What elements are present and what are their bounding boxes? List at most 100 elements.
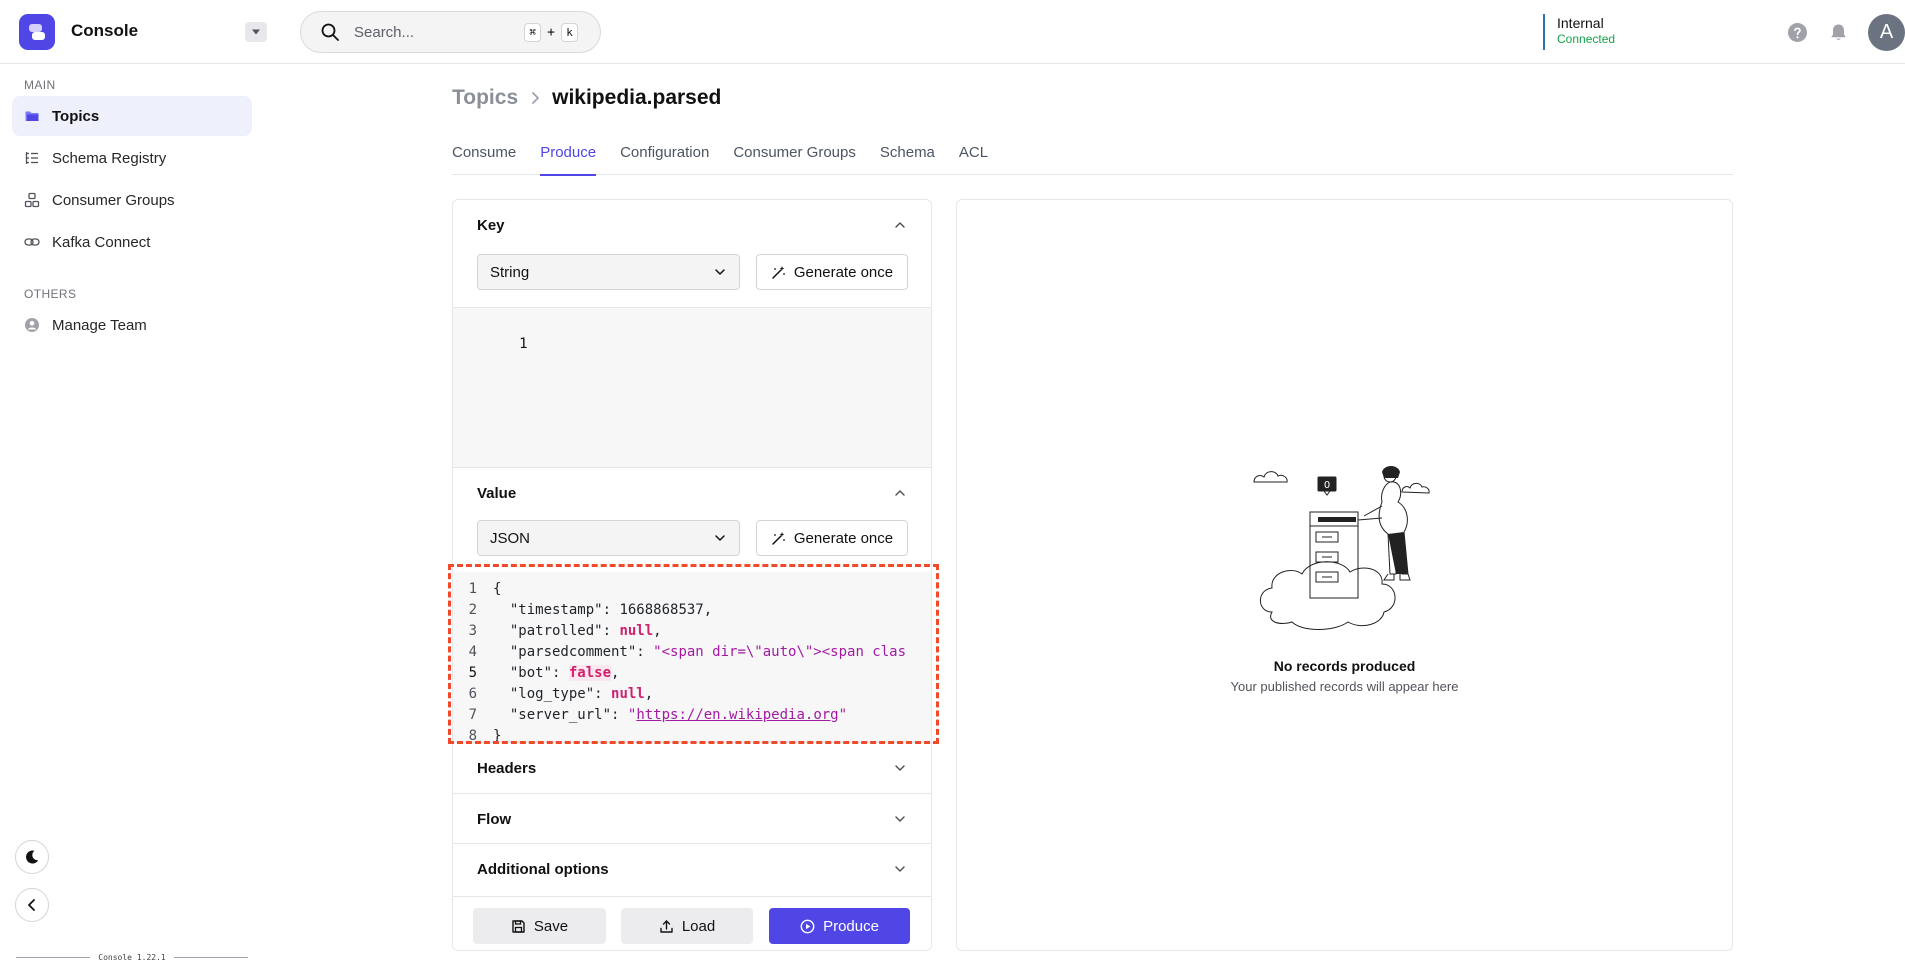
editor-line-4: 4 "parsedcomment": "<span dir=\"auto\"><… [453,642,931,663]
empty-state-subtitle: Your published records will appear here [1230,679,1459,694]
editor-line-8: 8} [453,726,931,742]
folder-icon [25,111,39,121]
editor-line-3: 3 "patrolled": null, [453,621,931,642]
line-number: 1 [519,336,528,352]
search-bar[interactable]: Search... ⌘ + k [300,11,601,53]
records-count-badge: 0 [1324,480,1330,491]
key-generate-label: Generate once [793,263,894,281]
play-circle-icon [800,919,815,933]
editor-line: 1 [453,308,931,376]
topic-tabs: Consume Produce Configuration Consumer G… [452,144,1733,176]
sidebar-item-manage-team[interactable]: Manage Team [12,305,252,345]
tab-consume[interactable]: Consume [452,144,516,175]
key-type-value: String [490,263,530,281]
top-bar: Console Search... ⌘ + k Internal Connect… [0,0,1905,64]
divider [173,956,248,958]
json-open-brace: { [493,581,502,597]
produced-records-panel: 0 No records produced Your published rec… [956,199,1733,951]
flow-section-header[interactable]: Flow [453,794,931,844]
key-section-header[interactable]: Key [453,200,931,250]
list-tree-icon [25,152,38,164]
groups-icon [24,192,40,208]
theme-toggle-button[interactable] [15,840,49,874]
cluster-name: Internal [1557,15,1604,31]
chevron-up-icon [895,222,905,228]
magic-wand-icon [772,531,785,545]
additional-options-section-header[interactable]: Additional options [453,844,931,894]
empty-records-illustration: 0 [1253,466,1430,630]
sidebar-item-consumer-groups[interactable]: Consumer Groups [12,180,252,220]
produce-label: Produce [823,917,879,935]
line-number: 6 [468,686,477,702]
app-name: Console [71,21,139,40]
value-generate-once-button[interactable]: Generate once [756,520,908,556]
chevron-down-icon [895,866,905,872]
key-generate-once-button[interactable]: Generate once [756,254,908,290]
app-switcher-button[interactable] [245,22,267,42]
flow-section-title: Flow [477,810,512,828]
json-value: 1668868537 [619,602,704,618]
chevron-down-icon [715,269,725,275]
sidebar-item-label: Manage Team [52,316,147,334]
chevron-down-icon [895,816,905,822]
chevron-right-icon [532,92,540,104]
line-number: 8 [468,728,477,742]
value-type-select[interactable]: JSON [477,520,740,556]
link-icon [24,238,40,246]
line-number: 1 [468,581,477,597]
save-button[interactable]: Save [473,908,606,944]
breadcrumb: Topics wikipedia.parsed [452,86,721,110]
value-section-header[interactable]: Value [453,468,931,518]
bell-icon[interactable] [1828,22,1849,43]
editor-line-6: 6 "log_type": null, [453,684,931,705]
json-key: "parsedcomment" [509,644,637,660]
breadcrumb-topics-link[interactable]: Topics [452,86,518,110]
json-value: null [619,623,654,639]
sidebar-item-kafka-connect[interactable]: Kafka Connect [12,222,252,262]
search-icon [321,23,339,41]
produce-button[interactable]: Produce [769,908,910,944]
form-actions: Save Load Produce [453,896,931,950]
key-code-editor[interactable]: 1 [453,307,931,467]
console-logo[interactable] [19,14,55,50]
chevron-up-icon [895,490,905,496]
user-avatar[interactable]: A [1868,14,1905,51]
sidebar-item-schema-registry[interactable]: Schema Registry [12,138,252,178]
json-key: "bot" [509,665,553,681]
value-section-title: Value [477,484,517,502]
editor-line-7: 7 "server_url": "https://en.wikipedia.or… [453,705,931,726]
cluster-status[interactable]: Internal Connected [1543,14,1615,50]
value-type-value: JSON [490,529,531,547]
collapse-sidebar-button[interactable] [15,888,49,922]
tab-configuration[interactable]: Configuration [620,144,709,175]
sidebar: MAIN Topics Schema Registry Consumer Gro… [0,64,265,976]
page-title: wikipedia.parsed [552,86,722,109]
empty-state-title: No records produced [1273,658,1416,674]
chevron-down-icon [895,765,905,771]
json-value: false [568,665,612,681]
shortcut-plus: + [547,24,555,40]
key-type-select[interactable]: String [477,254,740,290]
sidebar-item-topics[interactable]: Topics [12,96,252,136]
tab-consumer-groups[interactable]: Consumer Groups [733,144,856,175]
search-placeholder: Search... [354,23,415,41]
sidebar-item-label: Schema Registry [52,149,167,167]
moon-icon [26,850,39,864]
help-icon[interactable] [1787,22,1808,43]
headers-section-title: Headers [477,759,537,777]
sidebar-section-others: OTHERS [24,287,77,301]
search-shortcut: ⌘ + k [524,22,578,42]
editor-line-1: 1{ [453,579,931,600]
sidebar-item-label: Topics [52,107,100,125]
json-url-value[interactable]: https://en.wikipedia.org [636,707,838,723]
shortcut-mod-key: ⌘ [524,22,542,42]
chevron-down-icon [715,535,725,541]
tab-produce[interactable]: Produce [540,144,596,176]
tab-schema[interactable]: Schema [880,144,935,175]
value-generate-label: Generate once [793,529,894,547]
value-code-editor[interactable]: 1{ 2 "timestamp": 1668868537, 3 "patroll… [453,572,931,742]
save-icon [512,919,525,933]
load-button[interactable]: Load [621,908,753,944]
headers-section-header[interactable]: Headers [453,743,931,793]
tab-acl[interactable]: ACL [959,144,988,175]
